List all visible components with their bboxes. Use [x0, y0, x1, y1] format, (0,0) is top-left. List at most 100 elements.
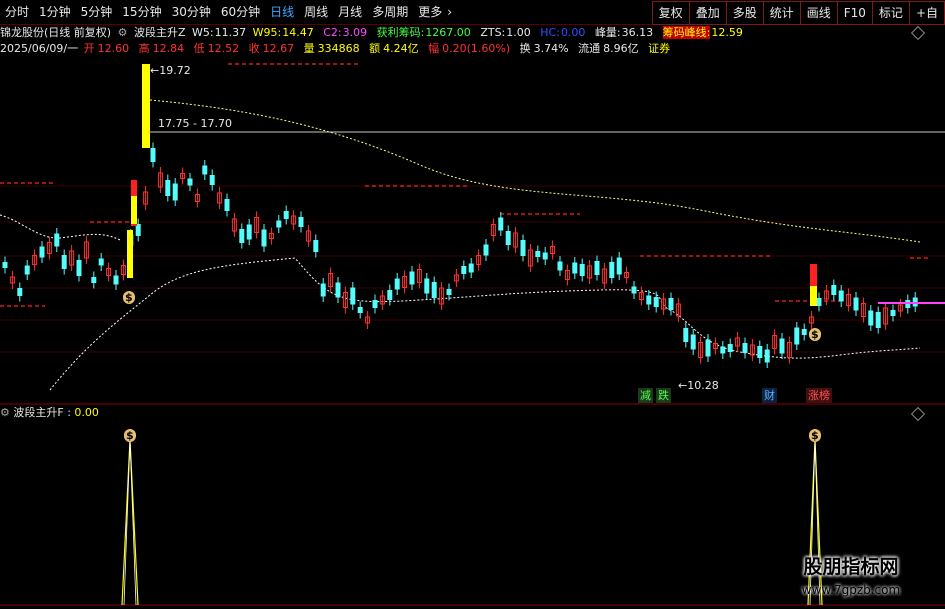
candle-body	[816, 298, 822, 306]
candle-body	[91, 277, 97, 283]
candle-body	[357, 307, 363, 313]
candle-body	[794, 327, 800, 345]
candle-body	[468, 263, 474, 273]
candle-body	[150, 148, 156, 162]
sub-settings-icon[interactable]: ⚙	[0, 406, 10, 419]
candle-body	[520, 240, 526, 256]
candle-body	[646, 295, 652, 305]
money-bag-icon: $	[809, 429, 821, 442]
candle-body	[261, 229, 267, 247]
signal-bar-yellow	[131, 196, 137, 224]
candle-body	[720, 346, 726, 354]
signal-bar-red	[810, 264, 817, 286]
candle-body	[668, 298, 674, 310]
candle-body	[39, 246, 45, 258]
candle-body	[683, 328, 689, 342]
candle-body	[313, 240, 319, 252]
candle-body	[483, 244, 489, 256]
signal-bar-yellow	[810, 286, 817, 306]
candle-body	[831, 285, 837, 295]
candle-body	[239, 229, 245, 243]
high-price-value: 19.72	[159, 64, 191, 77]
candle-body	[76, 260, 82, 276]
spike-line	[121, 439, 139, 606]
candle-body	[372, 300, 378, 308]
candle-body	[54, 233, 60, 247]
candle-body	[838, 290, 844, 302]
candle-body	[631, 286, 637, 294]
candle-body	[890, 310, 896, 316]
candle-body	[557, 261, 563, 271]
candle-body	[498, 217, 504, 231]
low-price-label: ←10.28	[676, 378, 721, 393]
candle-body	[394, 278, 400, 290]
candle-body	[653, 297, 659, 307]
candle-body	[409, 271, 415, 285]
candle-body	[335, 282, 341, 298]
tag-fall[interactable]: 跌	[656, 388, 671, 403]
candle-body	[542, 252, 548, 260]
low-price-value: 10.28	[687, 379, 719, 392]
candle-body	[246, 224, 252, 240]
candle-body	[424, 278, 430, 294]
candle-body	[868, 310, 874, 326]
money-bag-icon: $	[124, 429, 136, 442]
ma-mid-line	[0, 214, 121, 241]
tag-limit-up[interactable]: 涨榜	[806, 388, 832, 403]
candle-body	[17, 288, 23, 296]
money-bag-icon: $	[809, 328, 821, 341]
candle-body	[298, 217, 304, 227]
candle-body	[24, 265, 30, 275]
candle-body	[172, 183, 178, 201]
candle-body	[801, 329, 807, 335]
candle-body	[387, 290, 393, 300]
candle-body	[594, 261, 600, 275]
candle-body	[535, 251, 541, 257]
candle-body	[779, 338, 785, 354]
candle-body	[431, 282, 437, 298]
range-text-label: 17.75 - 17.70	[158, 117, 232, 130]
kline-chart[interactable]	[0, 0, 945, 609]
candle-body	[705, 339, 711, 357]
candle-body	[202, 165, 208, 175]
candle-body	[283, 211, 289, 219]
tag-finance[interactable]: 财	[762, 388, 777, 403]
low-arrow: ←	[678, 379, 688, 392]
watermark-url: www.7gpzb.com	[801, 583, 901, 597]
ma-long-line	[149, 99, 921, 243]
candle-body	[209, 175, 215, 185]
candle-body	[350, 287, 356, 305]
candle-body	[875, 312, 881, 328]
candle-body	[609, 262, 615, 278]
sub-indicator-value: 0.00	[74, 406, 99, 419]
candle-body	[727, 344, 733, 352]
money-bag-icon: $	[123, 291, 135, 304]
candle-body	[276, 220, 282, 228]
candle-body	[224, 199, 230, 211]
candle-body	[690, 334, 696, 350]
candle-body	[135, 224, 141, 236]
sub-indicator-spikes	[121, 439, 823, 606]
candle-body	[742, 343, 748, 353]
candle-body	[461, 266, 467, 274]
candle-body	[113, 275, 119, 285]
candle-body	[853, 297, 859, 311]
ma-short-line	[49, 257, 921, 391]
candlesticks	[2, 142, 918, 368]
high-arrow: ←	[150, 64, 160, 77]
candle-body	[757, 346, 763, 358]
watermark: 股朋指标网 www.7gpzb.com	[761, 553, 941, 605]
candle-body	[616, 257, 622, 275]
candle-body	[2, 262, 8, 268]
candle-body	[505, 231, 511, 245]
tag-reduce[interactable]: 减	[638, 388, 653, 403]
candle-body	[165, 180, 171, 196]
candle-body	[446, 289, 452, 295]
candle-body	[579, 264, 585, 276]
candle-body	[764, 349, 770, 363]
sub-indicator-label[interactable]: 波段主升F :	[13, 406, 71, 419]
candle-body	[320, 283, 326, 297]
high-price-label: ←19.72	[148, 63, 193, 78]
sub-indicator-info: ⚙ 波段主升F : 0.00	[0, 405, 99, 421]
watermark-title: 股朋指标网	[803, 556, 899, 578]
